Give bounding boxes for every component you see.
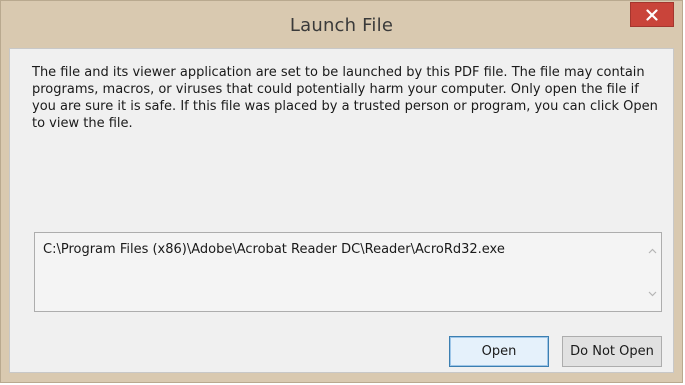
open-button[interactable]: Open bbox=[449, 336, 549, 367]
do-not-open-button[interactable]: Do Not Open bbox=[562, 336, 662, 367]
file-path-box[interactable]: C:\Program Files (x86)\Adobe\Acrobat Rea… bbox=[34, 232, 662, 312]
chevron-up-icon bbox=[648, 248, 657, 253]
close-button[interactable] bbox=[630, 2, 674, 27]
chevron-down-icon bbox=[648, 291, 657, 296]
file-path-text: C:\Program Files (x86)\Adobe\Acrobat Rea… bbox=[43, 242, 505, 257]
title-bar[interactable]: Launch File bbox=[1, 1, 682, 49]
vertical-scrollbar[interactable] bbox=[644, 233, 661, 311]
scroll-down-button[interactable] bbox=[647, 288, 658, 299]
window-title: Launch File bbox=[289, 15, 394, 36]
scroll-up-button[interactable] bbox=[647, 245, 658, 256]
launch-file-dialog: Launch File The file and its viewer appl… bbox=[0, 0, 683, 383]
close-icon bbox=[646, 8, 658, 21]
dialog-content: The file and its viewer application are … bbox=[9, 48, 674, 373]
warning-message: The file and its viewer application are … bbox=[32, 65, 658, 131]
